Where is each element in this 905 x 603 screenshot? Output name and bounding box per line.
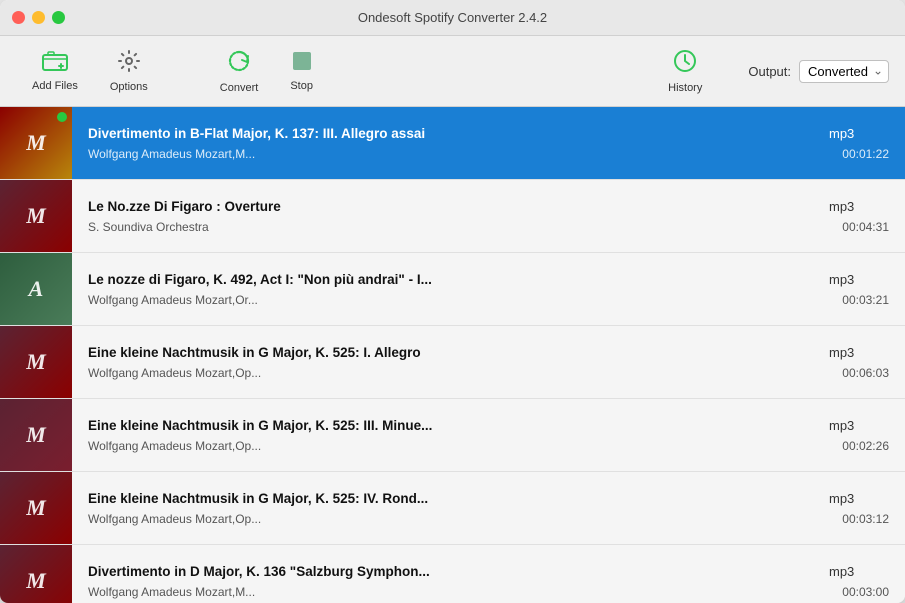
track-top: Eine kleine Nachtmusik in G Major, K. 52… [88,418,889,433]
minimize-button[interactable] [32,11,45,24]
track-bottom: Wolfgang Amadeus Mozart,Or... 00:03:21 [88,293,889,307]
history-icon [672,48,698,78]
track-thumbnail: M [0,180,72,252]
track-format: mp3 [829,564,889,579]
track-info: Eine kleine Nachtmusik in G Major, K. 52… [72,335,905,390]
convert-icon [226,48,252,78]
track-title: Le No.zze Di Figaro : Overture [88,199,829,214]
options-icon [117,49,141,77]
stop-icon [291,50,313,76]
track-artist: Wolfgang Amadeus Mozart,Op... [88,512,826,526]
track-bottom: Wolfgang Amadeus Mozart,Op... 00:06:03 [88,366,889,380]
track-info: Eine kleine Nachtmusik in G Major, K. 52… [72,408,905,463]
track-thumbnail: A [0,253,72,325]
history-button[interactable]: History [652,44,718,98]
track-artist: Wolfgang Amadeus Mozart,M... [88,585,826,599]
history-label: History [668,82,702,94]
stop-button[interactable]: Stop [274,46,329,96]
track-title: Eine kleine Nachtmusik in G Major, K. 52… [88,345,829,360]
track-bottom: Wolfgang Amadeus Mozart,Op... 00:03:12 [88,512,889,526]
add-files-button[interactable]: Add Files [16,46,94,96]
track-list: M Divertimento in B-Flat Major, K. 137: … [0,107,905,603]
track-row[interactable]: M Eine kleine Nachtmusik in G Major, K. … [0,326,905,399]
track-artist: S. Soundiva Orchestra [88,220,826,234]
stop-label: Stop [290,80,313,92]
track-artist: Wolfgang Amadeus Mozart,M... [88,147,826,161]
track-top: Divertimento in B-Flat Major, K. 137: II… [88,126,889,141]
add-files-icon [42,50,68,76]
track-title: Eine kleine Nachtmusik in G Major, K. 52… [88,491,829,506]
track-duration: 00:03:21 [842,293,889,307]
track-artist: Wolfgang Amadeus Mozart,Op... [88,439,826,453]
app-window: Ondesoft Spotify Converter 2.4.2 Add Fil… [0,0,905,603]
track-title: Divertimento in B-Flat Major, K. 137: II… [88,126,829,141]
convert-button[interactable]: Convert [204,44,275,98]
track-format: mp3 [829,345,889,360]
track-duration: 00:04:31 [842,220,889,234]
track-thumb-image: A [0,253,72,325]
window-title: Ondesoft Spotify Converter 2.4.2 [358,10,547,25]
track-artist: Wolfgang Amadeus Mozart,Or... [88,293,826,307]
track-top: Le nozze di Figaro, K. 492, Act I: "Non … [88,272,889,287]
options-label: Options [110,81,148,93]
track-format: mp3 [829,126,889,141]
output-label: Output: [748,64,791,79]
track-duration: 00:03:12 [842,512,889,526]
close-button[interactable] [12,11,25,24]
track-artist: Wolfgang Amadeus Mozart,Op... [88,366,826,380]
track-format: mp3 [829,199,889,214]
track-bottom: Wolfgang Amadeus Mozart,M... 00:01:22 [88,147,889,161]
track-info: Divertimento in B-Flat Major, K. 137: II… [72,116,905,171]
add-files-label: Add Files [32,80,78,92]
track-format: mp3 [829,491,889,506]
track-duration: 00:06:03 [842,366,889,380]
track-top: Eine kleine Nachtmusik in G Major, K. 52… [88,345,889,360]
track-thumb-image: M [0,545,72,603]
track-info: Le No.zze Di Figaro : Overture mp3 S. So… [72,189,905,244]
track-bottom: Wolfgang Amadeus Mozart,M... 00:03:00 [88,585,889,599]
track-format: mp3 [829,418,889,433]
track-row[interactable]: M Le No.zze Di Figaro : Overture mp3 S. … [0,180,905,253]
track-thumb-image: M [0,326,72,398]
track-duration: 00:01:22 [842,147,889,161]
track-format: mp3 [829,272,889,287]
track-title: Eine kleine Nachtmusik in G Major, K. 52… [88,418,829,433]
converted-dot [57,112,67,122]
output-select-wrapper: Converted Custom... [799,60,889,83]
toolbar: Add Files Options Convert [0,36,905,107]
track-info: Divertimento in D Major, K. 136 "Salzbur… [72,554,905,603]
track-row[interactable]: M Divertimento in D Major, K. 136 "Salzb… [0,545,905,603]
options-button[interactable]: Options [94,45,164,97]
track-thumb-image: M [0,107,72,179]
title-bar: Ondesoft Spotify Converter 2.4.2 [0,0,905,36]
output-area: Output: Converted Custom... [748,60,889,83]
track-duration: 00:03:00 [842,585,889,599]
track-thumbnail: M [0,399,72,471]
track-row[interactable]: M Divertimento in B-Flat Major, K. 137: … [0,107,905,180]
maximize-button[interactable] [52,11,65,24]
track-top: Le No.zze Di Figaro : Overture mp3 [88,199,889,214]
track-thumbnail: M [0,472,72,544]
track-info: Le nozze di Figaro, K. 492, Act I: "Non … [72,262,905,317]
track-bottom: Wolfgang Amadeus Mozart,Op... 00:02:26 [88,439,889,453]
window-controls [12,11,65,24]
track-info: Eine kleine Nachtmusik in G Major, K. 52… [72,481,905,536]
track-thumbnail: M [0,326,72,398]
track-title: Le nozze di Figaro, K. 492, Act I: "Non … [88,272,829,287]
track-title: Divertimento in D Major, K. 136 "Salzbur… [88,564,829,579]
track-top: Divertimento in D Major, K. 136 "Salzbur… [88,564,889,579]
track-thumb-image: M [0,399,72,471]
track-thumb-image: M [0,180,72,252]
track-top: Eine kleine Nachtmusik in G Major, K. 52… [88,491,889,506]
track-thumbnail: M [0,107,72,179]
track-row[interactable]: M Eine kleine Nachtmusik in G Major, K. … [0,399,905,472]
convert-label: Convert [220,82,259,94]
track-duration: 00:02:26 [842,439,889,453]
output-select[interactable]: Converted Custom... [799,60,889,83]
track-bottom: S. Soundiva Orchestra 00:04:31 [88,220,889,234]
track-thumb-image: M [0,472,72,544]
track-thumbnail: M [0,545,72,603]
track-row[interactable]: A Le nozze di Figaro, K. 492, Act I: "No… [0,253,905,326]
track-row[interactable]: M Eine kleine Nachtmusik in G Major, K. … [0,472,905,545]
